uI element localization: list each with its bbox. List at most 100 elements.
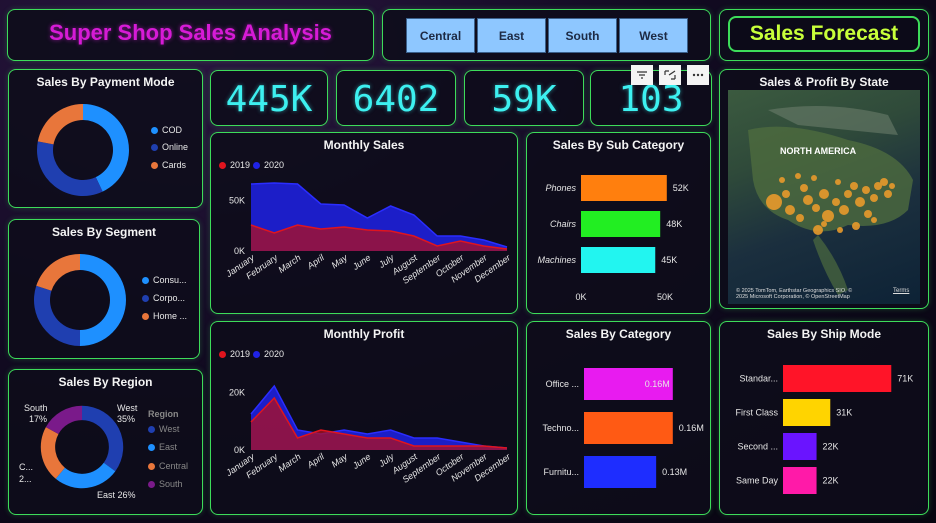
state-bubble[interactable]: [871, 217, 877, 223]
x-tick-label: 0K: [575, 292, 586, 302]
y-tick-label: 0K: [234, 445, 245, 455]
state-bubble[interactable]: [779, 177, 785, 183]
x-tick-label: 50K: [657, 292, 673, 302]
bar-2[interactable]: [581, 247, 656, 273]
state-bubble[interactable]: [850, 182, 858, 190]
state-map[interactable]: NORTH AMERICA © 2025 TomTom, Earthstar G…: [728, 90, 920, 304]
value-label: 48K: [666, 219, 682, 229]
kpi-total-sales: 445K: [210, 70, 328, 126]
payment-mode-slice-0[interactable]: [83, 104, 129, 192]
state-bubble[interactable]: [766, 194, 782, 210]
category-label: Techno...: [542, 423, 579, 433]
legend-region-central[interactable]: Central: [148, 461, 188, 471]
payment-mode-panel: Sales By Payment Mode COD Online Cards: [8, 69, 203, 208]
bar-1[interactable]: [783, 399, 831, 426]
ship-mode-chart[interactable]: Standar... 71K First Class 31K Second ... 22K…: [720, 352, 928, 512]
blue-dot-icon: [253, 161, 260, 169]
monthly-profit-legend-2019[interactable]: 2019: [219, 349, 250, 359]
state-bubble[interactable]: [864, 210, 872, 218]
value-label: 31K: [836, 408, 852, 418]
state-bubble[interactable]: [822, 210, 834, 222]
segment-donut[interactable]: [32, 252, 128, 348]
legend-region-south[interactable]: South: [148, 479, 183, 489]
legend-cards[interactable]: Cards: [151, 160, 186, 170]
state-bubble[interactable]: [800, 184, 808, 192]
monthly-profit-legend-2020[interactable]: 2020: [253, 349, 284, 359]
state-bubble[interactable]: [803, 195, 813, 205]
region-button-central[interactable]: Central: [406, 18, 475, 53]
value-label: 22K: [823, 442, 839, 452]
region-slice-2[interactable]: [40, 427, 65, 479]
cards-dot-icon: [151, 161, 158, 169]
state-bubble[interactable]: [839, 205, 849, 215]
sales-forecast-button[interactable]: Sales Forecast: [728, 16, 920, 52]
state-bubble[interactable]: [821, 221, 827, 227]
legend-corporate[interactable]: Corpo...: [142, 293, 185, 303]
state-bubble[interactable]: [880, 178, 888, 186]
state-bubble[interactable]: [785, 205, 795, 215]
monthly-sales-legend-2020[interactable]: 2020: [253, 160, 284, 170]
legend-home-office[interactable]: Home ...: [142, 311, 187, 321]
segment-slice-0[interactable]: [80, 254, 126, 346]
payment-mode-slice-1[interactable]: [36, 141, 103, 196]
map-terms-link[interactable]: Terms: [893, 288, 909, 294]
legend-consumer[interactable]: Consu...: [142, 275, 187, 285]
bar-0[interactable]: [783, 365, 892, 392]
state-bubble[interactable]: [795, 173, 801, 179]
region-button-west[interactable]: West: [619, 18, 688, 53]
kpi-total-sales-value: 445K: [225, 79, 313, 120]
legend-east-label: East: [159, 442, 178, 452]
category-chart[interactable]: Office ... 0.16M Techno... 0.16M Furnitu... 0…: [527, 352, 710, 512]
region-slice-1[interactable]: [55, 462, 116, 489]
state-bubble[interactable]: [811, 175, 817, 181]
kpi-profit-value: 59K: [491, 79, 557, 120]
monthly-sales-legend-2019[interactable]: 2019: [219, 160, 250, 170]
more-options-icon[interactable]: [687, 65, 709, 85]
legend-region-east[interactable]: East: [148, 442, 177, 452]
state-bubble[interactable]: [889, 183, 895, 189]
red-dot-icon: [219, 161, 226, 169]
segment-slice-2[interactable]: [36, 254, 80, 291]
region-slice-3[interactable]: [45, 405, 82, 435]
filter-icon[interactable]: [631, 65, 653, 85]
bar-1[interactable]: [581, 211, 661, 237]
forecast-panel: Sales Forecast: [719, 9, 929, 61]
legend-cod[interactable]: COD: [151, 125, 182, 135]
state-bubble[interactable]: [870, 194, 878, 202]
sub-category-chart[interactable]: Phones 52K Chairs 48K Machines 45K 0K 50K: [527, 163, 710, 313]
monthly-profit-chart[interactable]: 20K0KJanuaryFebruaryMarch April May June Jul…: [211, 362, 517, 512]
bar-0[interactable]: [581, 175, 667, 201]
payment-mode-donut[interactable]: [35, 102, 131, 198]
bar-2[interactable]: [584, 456, 657, 488]
region-button-east[interactable]: East: [477, 18, 546, 53]
state-bubble[interactable]: [813, 225, 823, 235]
kpi-profit: 59K: [464, 70, 584, 126]
state-bubble[interactable]: [812, 204, 820, 212]
payment-mode-slice-2[interactable]: [37, 104, 83, 145]
title-panel: Super Shop Sales Analysis: [7, 9, 374, 61]
state-bubble[interactable]: [819, 189, 829, 199]
state-bubble[interactable]: [837, 227, 843, 233]
region-button-south[interactable]: South: [548, 18, 617, 53]
state-bubble[interactable]: [862, 186, 870, 194]
ship-mode-title: Sales By Ship Mode: [766, 327, 882, 341]
state-bubble[interactable]: [884, 190, 892, 198]
bar-1[interactable]: [584, 412, 673, 444]
region-donut[interactable]: [39, 404, 125, 490]
bar-3[interactable]: [783, 467, 817, 494]
state-bubble[interactable]: [782, 190, 790, 198]
state-bubble[interactable]: [852, 222, 860, 230]
state-bubble[interactable]: [832, 198, 840, 206]
legend-region-west[interactable]: West: [148, 424, 179, 434]
bar-2[interactable]: [783, 433, 817, 460]
segment-slice-1[interactable]: [33, 285, 80, 346]
monthly-sales-chart[interactable]: 50K0KJanuaryFebruaryMarch April May June Jul…: [211, 173, 517, 313]
state-bubble[interactable]: [855, 197, 865, 207]
focus-mode-icon[interactable]: [659, 65, 681, 85]
legend-online[interactable]: Online: [151, 142, 188, 152]
state-bubble[interactable]: [844, 190, 852, 198]
region-legend-title: Region: [148, 409, 179, 419]
value-label: 52K: [673, 183, 689, 193]
state-bubble[interactable]: [796, 214, 804, 222]
state-bubble[interactable]: [835, 179, 841, 185]
